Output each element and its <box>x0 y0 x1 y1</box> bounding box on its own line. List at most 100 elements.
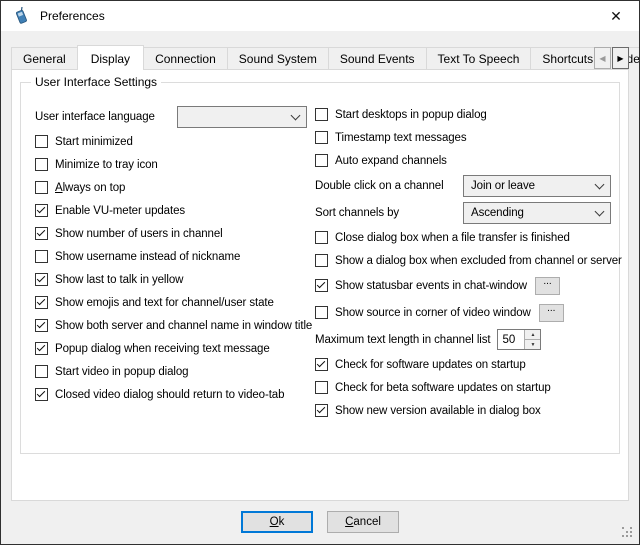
checkbox-vu-meter[interactable]: Enable VU-meter updates <box>35 199 307 222</box>
double-click-value: Join or leave <box>471 180 535 192</box>
tab-scrollers: ◀ ▶ <box>594 47 629 69</box>
checkbox-label[interactable]: Always on top <box>55 182 125 194</box>
checkbox-label[interactable]: Start minimized <box>55 136 133 148</box>
checkbox[interactable] <box>35 319 48 332</box>
checkbox[interactable] <box>35 158 48 171</box>
checkbox-label[interactable]: Check for beta software updates on start… <box>335 382 551 394</box>
checkbox-show-username[interactable]: Show username instead of nickname <box>35 245 307 268</box>
close-icon[interactable]: ✕ <box>593 1 639 31</box>
tab-scroll-right-icon[interactable]: ▶ <box>612 47 629 69</box>
checkbox-check-updates[interactable]: Check for software updates on startup <box>315 353 615 376</box>
checkbox[interactable] <box>315 279 328 292</box>
tab-display[interactable]: Display <box>77 45 144 70</box>
display-tab-page: User Interface Settings User interface l… <box>11 69 629 501</box>
spin-up-icon[interactable]: ▲ <box>525 330 540 340</box>
checkbox-label[interactable]: Timestamp text messages <box>335 132 466 144</box>
checkbox[interactable] <box>315 231 328 244</box>
checkbox-label[interactable]: Start video in popup dialog <box>55 366 188 378</box>
checkbox-video-source-corner[interactable]: Show source in corner of video window ..… <box>315 299 615 326</box>
double-click-combobox[interactable]: Join or leave <box>463 175 611 197</box>
checkbox[interactable] <box>315 306 328 319</box>
checkbox-show-user-count[interactable]: Show number of users in channel <box>35 222 307 245</box>
checkbox-emojis-text[interactable]: Show emojis and text for channel/user st… <box>35 291 307 314</box>
checkbox-label[interactable]: Show username instead of nickname <box>55 251 240 263</box>
checkbox-popup-text-message[interactable]: Popup dialog when receiving text message <box>35 337 307 360</box>
chevron-down-icon <box>291 110 301 120</box>
tab-scroll-left-icon[interactable]: ◀ <box>594 47 611 69</box>
checkbox-last-to-talk[interactable]: Show last to talk in yellow <box>35 268 307 291</box>
checkbox[interactable] <box>35 388 48 401</box>
checkbox-auto-expand[interactable]: Auto expand channels <box>315 149 615 172</box>
checkbox-label[interactable]: Enable VU-meter updates <box>55 205 185 217</box>
checkbox[interactable] <box>35 181 48 194</box>
checkbox-label[interactable]: Popup dialog when receiving text message <box>55 343 270 355</box>
checkbox[interactable] <box>35 273 48 286</box>
checkbox-timestamp-messages[interactable]: Timestamp text messages <box>315 126 615 149</box>
checkbox-minimize-to-tray[interactable]: Minimize to tray icon <box>35 153 307 176</box>
checkbox[interactable] <box>35 250 48 263</box>
sort-channels-label: Sort channels by <box>315 207 463 219</box>
checkbox[interactable] <box>315 131 328 144</box>
checkbox-server-channel-title[interactable]: Show both server and channel name in win… <box>35 314 307 337</box>
resize-grip[interactable] <box>622 527 634 539</box>
checkbox-desktops-popup[interactable]: Start desktops in popup dialog <box>315 103 615 126</box>
cancel-button[interactable]: Cancel <box>327 511 399 533</box>
checkbox[interactable] <box>35 342 48 355</box>
tab-text-to-speech[interactable]: Text To Speech <box>426 47 532 69</box>
checkbox-label[interactable]: Minimize to tray icon <box>55 159 158 171</box>
spin-down-icon[interactable]: ▼ <box>525 340 540 349</box>
checkbox[interactable] <box>315 404 328 417</box>
max-text-length-input[interactable] <box>498 330 524 349</box>
checkbox-video-popup[interactable]: Start video in popup dialog <box>35 360 307 383</box>
tab-sound-events[interactable]: Sound Events <box>328 47 427 69</box>
checkbox[interactable] <box>35 135 48 148</box>
video-source-more-button[interactable]: ... <box>539 304 564 322</box>
checkbox[interactable] <box>315 381 328 394</box>
double-click-label: Double click on a channel <box>315 180 463 192</box>
window-title: Preferences <box>40 9 105 23</box>
checkbox-label[interactable]: Show a dialog box when excluded from cha… <box>335 255 622 267</box>
checkbox-label[interactable]: Show statusbar events in chat-window <box>335 280 527 292</box>
checkbox-label[interactable]: Auto expand channels <box>335 155 447 167</box>
checkbox[interactable] <box>35 296 48 309</box>
checkbox[interactable] <box>315 358 328 371</box>
checkbox-label[interactable]: Start desktops in popup dialog <box>335 109 487 121</box>
checkbox[interactable] <box>35 204 48 217</box>
checkbox-label[interactable]: Show new version available in dialog box <box>335 405 541 417</box>
tab-sound-system[interactable]: Sound System <box>227 47 329 69</box>
max-text-length-row: Maximum text length in channel list ▲ ▼ <box>315 326 615 353</box>
checkbox[interactable] <box>315 254 328 267</box>
checkbox[interactable] <box>35 227 48 240</box>
checkbox[interactable] <box>315 108 328 121</box>
checkbox-start-minimized[interactable]: Start minimized <box>35 130 307 153</box>
checkbox-label[interactable]: Closed video dialog should return to vid… <box>55 389 284 401</box>
language-combobox[interactable] <box>177 106 307 128</box>
max-text-length-spinner[interactable]: ▲ ▼ <box>497 329 541 350</box>
statusbar-events-more-button[interactable]: ... <box>535 277 560 295</box>
button-row: Ok Cancel <box>1 511 639 533</box>
checkbox-label[interactable]: Show both server and channel name in win… <box>55 320 312 332</box>
checkbox-label[interactable]: Show source in corner of video window <box>335 307 531 319</box>
right-column: Start desktops in popup dialog Timestamp… <box>307 103 615 422</box>
checkbox[interactable] <box>35 365 48 378</box>
checkbox-label[interactable]: Show emojis and text for channel/user st… <box>55 297 274 309</box>
double-click-row: Double click on a channel Join or leave <box>315 172 615 199</box>
ok-button[interactable]: Ok <box>241 511 313 533</box>
cancel-button-label: Cancel <box>345 516 381 528</box>
sort-channels-combobox[interactable]: Ascending <box>463 202 611 224</box>
checkbox-close-on-transfer[interactable]: Close dialog box when a file transfer is… <box>315 226 615 249</box>
tab-connection[interactable]: Connection <box>143 47 228 69</box>
checkbox-check-beta-updates[interactable]: Check for beta software updates on start… <box>315 376 615 399</box>
checkbox-always-on-top[interactable]: Always on top <box>35 176 307 199</box>
tab-general[interactable]: General <box>11 47 78 69</box>
left-column: User interface language Start minimized … <box>35 103 307 422</box>
checkbox-new-version-dialog[interactable]: Show new version available in dialog box <box>315 399 615 422</box>
checkbox-statusbar-events[interactable]: Show statusbar events in chat-window ... <box>315 272 615 299</box>
checkbox-label[interactable]: Show last to talk in yellow <box>55 274 183 286</box>
checkbox-label[interactable]: Close dialog box when a file transfer is… <box>335 232 570 244</box>
checkbox-excluded-dialog[interactable]: Show a dialog box when excluded from cha… <box>315 249 615 272</box>
checkbox[interactable] <box>315 154 328 167</box>
checkbox-closed-video-return[interactable]: Closed video dialog should return to vid… <box>35 383 307 406</box>
checkbox-label[interactable]: Show number of users in channel <box>55 228 223 240</box>
checkbox-label[interactable]: Check for software updates on startup <box>335 359 526 371</box>
